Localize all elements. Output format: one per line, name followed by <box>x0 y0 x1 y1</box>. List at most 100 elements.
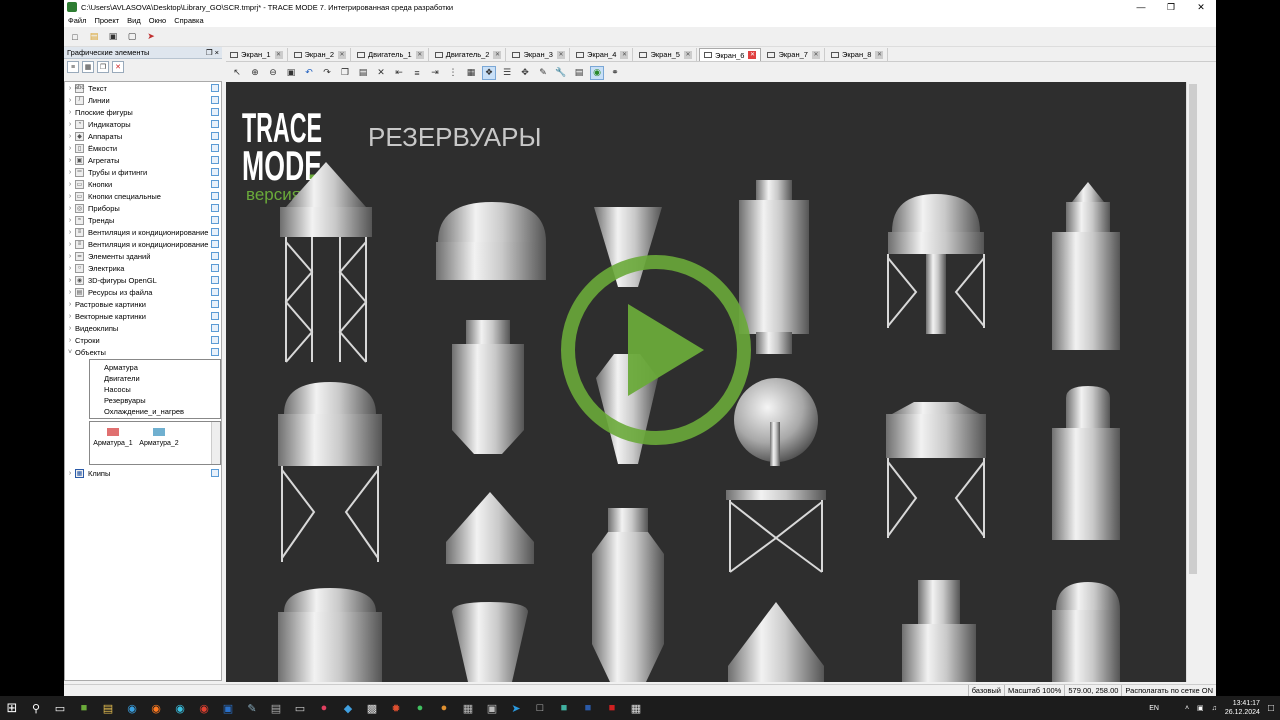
tank-dome-bottom-right[interactable] <box>1052 582 1120 682</box>
expand-icon[interactable]: › <box>65 325 75 332</box>
tree-node-checkbox[interactable] <box>211 180 219 188</box>
undo-icon[interactable]: ↶ <box>302 66 316 80</box>
tree-node[interactable]: › ▣ Агрегаты <box>65 154 221 166</box>
explorer-icon[interactable]: ▤ <box>96 696 120 720</box>
browser-icon[interactable]: ◉ <box>168 696 192 720</box>
tank-dome-bottom-left[interactable] <box>278 588 382 682</box>
pdf-icon[interactable]: ■ <box>600 696 624 720</box>
distribute-icon[interactable]: ⋮ <box>446 66 460 80</box>
subcategory-item[interactable]: Охлаждение_и_нагрев <box>90 406 220 417</box>
paste-icon[interactable]: ▤ <box>356 66 370 80</box>
export-icon[interactable]: ▢ <box>125 30 139 44</box>
tree-node-checkbox[interactable] <box>211 252 219 260</box>
tree-node-checkbox[interactable] <box>211 216 219 224</box>
align-left-icon[interactable]: ⇤ <box>392 66 406 80</box>
align-center-icon[interactable]: ≡ <box>410 66 424 80</box>
tree-node[interactable]: › Векторные картинки <box>65 310 221 322</box>
tab-screen[interactable]: Экран_1 ✕ <box>226 48 288 61</box>
expand-icon[interactable]: › <box>65 470 75 477</box>
expand-icon[interactable]: ˅ <box>65 349 75 356</box>
tree-node[interactable]: › ▤ Ресурсы из файла <box>65 286 221 298</box>
expand-icon[interactable]: › <box>65 121 75 128</box>
canvas-vertical-scrollbar[interactable] <box>1186 82 1198 682</box>
app-icon-6[interactable]: □ <box>528 696 552 720</box>
pointer-icon[interactable]: ↖ <box>230 66 244 80</box>
image-icon[interactable]: ▣ <box>480 696 504 720</box>
tree-node[interactable]: › ▯ Ёмкости <box>65 142 221 154</box>
tree-node-checkbox[interactable] <box>211 348 219 356</box>
menu-view[interactable]: Вид <box>123 16 145 25</box>
tab-close-icon[interactable]: ✕ <box>556 50 565 59</box>
tree-node-checkbox[interactable] <box>211 324 219 332</box>
app-icon-7[interactable]: ■ <box>552 696 576 720</box>
tab-close-icon[interactable]: ✕ <box>811 50 820 59</box>
expand-icon[interactable]: › <box>65 181 75 188</box>
tree-node[interactable]: › / Линии <box>65 94 221 106</box>
save-icon[interactable]: ▣ <box>106 30 120 44</box>
tree-node[interactable]: › ◆ Аппараты <box>65 130 221 142</box>
edge-icon[interactable]: ◉ <box>120 696 144 720</box>
tree-node[interactable]: › ═ Трубы и фитинги <box>65 166 221 178</box>
expand-icon[interactable]: › <box>65 301 75 308</box>
input-language[interactable]: EN <box>1149 705 1159 712</box>
clock[interactable]: 13:41:17 26.12.2024 <box>1225 699 1260 717</box>
windows-start-icon[interactable]: ⊞ <box>0 696 24 720</box>
tab-screen[interactable]: Экран_2 ✕ <box>290 48 351 61</box>
subcategory-item[interactable]: Насосы <box>90 384 220 395</box>
tray-expand-icon[interactable]: ˄ <box>1185 705 1189 712</box>
open-folder-icon[interactable]: ▤ <box>87 30 101 44</box>
tree-node[interactable]: › ≡ Вентиляция и кондиционирование <box>65 226 221 238</box>
tab-close-icon[interactable]: ✕ <box>875 50 884 59</box>
tree-node[interactable]: › Растровые картинки <box>65 298 221 310</box>
notifications-icon[interactable]: □ <box>1268 703 1274 714</box>
tab-close-icon[interactable]: ✕ <box>274 50 283 59</box>
screen-canvas[interactable]: TRACE MODE версия 7 РЕЗЕРВУАРЫ <box>226 82 1186 682</box>
tree-node-checkbox[interactable] <box>211 240 219 248</box>
new-file-icon[interactable]: □ <box>68 30 82 44</box>
tree-node[interactable]: › ━ Элементы зданий <box>65 250 221 262</box>
snap-grid-icon[interactable]: ❖ <box>482 65 496 80</box>
preview-icon[interactable]: ◉ <box>590 65 604 80</box>
tree-node-checkbox[interactable] <box>211 336 219 344</box>
tree-node-checkbox[interactable] <box>211 204 219 212</box>
status-snap-grid[interactable]: Располагать по сетке ON <box>1121 685 1216 696</box>
task-view-icon[interactable]: ▭ <box>48 696 72 720</box>
tree-node[interactable]: › ≡ Вентиляция и кондиционирование 2 <box>65 238 221 250</box>
zoom-in-icon[interactable]: ⊕ <box>248 66 262 80</box>
telegram-icon[interactable]: ➤ <box>504 696 528 720</box>
tree-node[interactable]: ˅ Объекты <box>65 346 221 358</box>
panel-pin-close-icon[interactable]: ❐ × <box>206 48 219 57</box>
subcategory-item[interactable]: Двигатели <box>90 373 220 384</box>
tab-screen[interactable]: Экран_4 ✕ <box>572 48 634 61</box>
app-icon-8[interactable]: ▦ <box>624 696 648 720</box>
close-icon[interactable]: ✕ <box>1186 0 1216 14</box>
expand-icon[interactable]: › <box>65 157 75 164</box>
tree-node[interactable]: › Плоские фигуры <box>65 106 221 118</box>
app-icon-2[interactable]: ▭ <box>288 696 312 720</box>
tab-screen[interactable]: Двигатель_1 ✕ <box>353 48 429 61</box>
tab-close-icon[interactable]: ✕ <box>620 50 629 59</box>
wrench-icon[interactable]: 🔧 <box>554 66 568 80</box>
app-icon-5[interactable]: ✹ <box>384 696 408 720</box>
expand-icon[interactable]: › <box>65 265 75 272</box>
tab-close-icon[interactable]: ✕ <box>748 51 757 59</box>
expand-icon[interactable]: › <box>65 241 75 248</box>
tab-screen[interactable]: Экран_3 ✕ <box>508 48 570 61</box>
chat-icon[interactable]: ● <box>432 696 456 720</box>
calendar-icon[interactable]: ▦ <box>456 696 480 720</box>
subcategory-item[interactable]: Арматура <box>90 362 220 373</box>
tree-node[interactable]: › Видеоклипы <box>65 322 221 334</box>
chrome-icon[interactable]: ◉ <box>192 696 216 720</box>
expand-icon[interactable]: › <box>65 313 75 320</box>
align-right-icon[interactable]: ⇥ <box>428 66 442 80</box>
menu-project[interactable]: Проект <box>90 16 123 25</box>
thumbnail-scrollbar[interactable] <box>211 422 220 464</box>
subcategory-item[interactable]: Резервуары <box>90 395 220 406</box>
expand-icon[interactable]: › <box>65 133 75 140</box>
tree-node-checkbox[interactable] <box>211 144 219 152</box>
outlook-icon[interactable]: ▣ <box>216 696 240 720</box>
tree-node-checkbox[interactable] <box>211 288 219 296</box>
link-icon[interactable]: ⚭ <box>608 66 622 80</box>
tree-node-checkbox[interactable] <box>211 120 219 128</box>
tank-dome[interactable] <box>436 202 546 280</box>
